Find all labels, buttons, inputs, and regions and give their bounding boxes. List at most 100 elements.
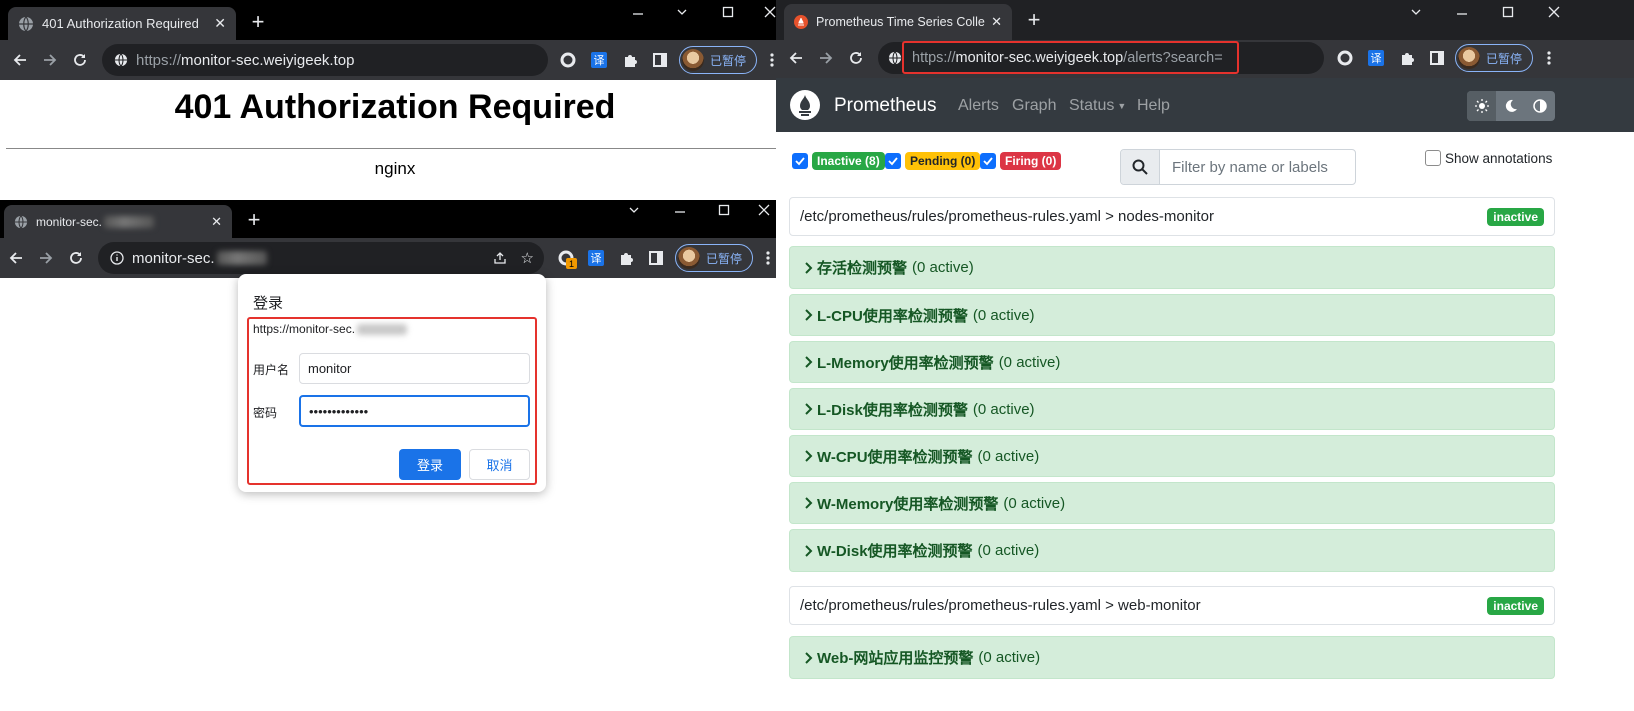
status-badge: inactive: [1487, 207, 1544, 226]
forward-arrow-icon[interactable]: [34, 246, 58, 270]
server-signature: nginx: [374, 159, 416, 178]
share-icon[interactable]: [493, 251, 507, 265]
reload-icon[interactable]: [68, 48, 92, 72]
prometheus-logo-icon[interactable]: [790, 90, 820, 120]
theme-auto-icon[interactable]: [1526, 91, 1555, 121]
rule-row[interactable]: Web-网站应用监控预警 (0 active): [789, 636, 1555, 679]
filter-inactive[interactable]: Inactive (8): [792, 152, 885, 170]
left-tab-active[interactable]: 401 Authorization Required ✕: [8, 7, 236, 40]
tab-title: Prometheus Time Series Colle: [816, 15, 985, 29]
extension-circle-icon[interactable]: [558, 50, 578, 70]
username-field[interactable]: monitor: [299, 353, 530, 384]
sidepanel-icon[interactable]: [646, 248, 666, 268]
sidepanel-icon[interactable]: [1427, 48, 1447, 68]
right-close-window-icon[interactable]: [1542, 2, 1566, 22]
profile-paused-button[interactable]: 已暂停: [675, 244, 753, 272]
left-address-bar[interactable]: https:// monitor-sec.weiyigeek.top: [102, 44, 548, 76]
site-info-icon[interactable]: [114, 53, 128, 67]
extension-circle-icon[interactable]: [1335, 48, 1355, 68]
new-tab-icon[interactable]: +: [242, 207, 266, 232]
password-field[interactable]: •••••••••••••: [299, 395, 530, 427]
new-tab-icon[interactable]: +: [246, 9, 270, 34]
inner-chevron-down-icon[interactable]: [622, 200, 646, 220]
profile-paused-button[interactable]: 已暂停: [679, 46, 757, 74]
inner-maximize-icon[interactable]: [712, 200, 736, 220]
checkbox-checked-icon[interactable]: [885, 153, 901, 169]
sidepanel-icon[interactable]: [650, 50, 670, 70]
inner-minimize-icon[interactable]: [668, 200, 692, 220]
menu-dots-icon[interactable]: [1541, 48, 1557, 68]
puzzle-icon[interactable]: [1397, 48, 1417, 68]
left-minimize-icon[interactable]: [626, 2, 650, 22]
brand[interactable]: Prometheus: [834, 95, 936, 117]
forward-arrow-icon[interactable]: [814, 46, 838, 70]
checkbox-checked-icon[interactable]: [980, 153, 996, 169]
group-path: /etc/prometheus/rules/prometheus-rules.y…: [800, 597, 1201, 614]
caret-down-icon: ▼: [1117, 100, 1127, 111]
translate-icon[interactable]: 译: [1366, 48, 1386, 68]
left-maximize-icon[interactable]: [716, 2, 740, 22]
extension-circle-icon[interactable]: 1: [556, 248, 577, 269]
rule-row[interactable]: W-CPU使用率检测预警 (0 active): [789, 435, 1555, 477]
login-button[interactable]: 登录: [399, 449, 461, 480]
rule-row[interactable]: W-Memory使用率检测预警 (0 active): [789, 482, 1555, 524]
puzzle-icon[interactable]: [620, 50, 640, 70]
nav-status[interactable]: Status ▼: [1069, 97, 1126, 115]
rule-row[interactable]: L-Memory使用率检测预警 (0 active): [789, 341, 1555, 383]
right-maximize-icon[interactable]: [1496, 2, 1520, 22]
url-text: monitor-sec.: [132, 249, 215, 267]
cancel-button[interactable]: 取消: [469, 449, 530, 480]
search-icon: [1121, 150, 1160, 184]
rule-row[interactable]: L-Disk使用率检测预警 (0 active): [789, 388, 1555, 430]
back-arrow-icon[interactable]: [784, 46, 808, 70]
rule-row[interactable]: L-CPU使用率检测预警 (0 active): [789, 294, 1555, 336]
rule-row[interactable]: W-Disk使用率检测预警 (0 active): [789, 529, 1555, 572]
filter-pending[interactable]: Pending (0): [885, 152, 981, 170]
profile-paused-button[interactable]: 已暂停: [1455, 44, 1533, 72]
chevron-right-icon: [804, 403, 814, 415]
reload-icon[interactable]: [64, 246, 88, 270]
inner-address-bar[interactable]: monitor-sec. ☆: [98, 242, 544, 274]
back-arrow-icon[interactable]: [8, 48, 32, 72]
show-annotations-toggle[interactable]: Show annotations: [1425, 150, 1552, 166]
new-tab-icon[interactable]: +: [1022, 7, 1046, 32]
checkbox-unchecked-icon[interactable]: [1425, 150, 1441, 166]
inner-close-window-icon[interactable]: [752, 200, 776, 220]
filter-firing[interactable]: Firing (0): [980, 152, 1062, 170]
search-input[interactable]: Filter by name or labels: [1160, 150, 1355, 184]
chevron-right-icon: [804, 544, 814, 557]
site-info-icon[interactable]: [888, 51, 902, 65]
puzzle-icon[interactable]: [616, 248, 636, 268]
back-arrow-icon[interactable]: [4, 246, 28, 270]
url-highlight-box: [902, 41, 1239, 74]
tab-close-icon[interactable]: ✕: [211, 214, 222, 230]
nav-help[interactable]: Help: [1137, 97, 1170, 115]
menu-dots-icon[interactable]: [760, 248, 776, 268]
search-group: Filter by name or labels: [1120, 149, 1356, 185]
theme-light-icon[interactable]: [1467, 91, 1497, 121]
group-header: /etc/prometheus/rules/prometheus-rules.y…: [789, 586, 1555, 625]
inner-tab-active[interactable]: monitor-sec. ✕: [4, 205, 232, 238]
nav-graph[interactable]: Graph: [1012, 97, 1056, 115]
group-path: /etc/prometheus/rules/prometheus-rules.y…: [800, 208, 1214, 225]
firing-badge: Firing (0): [1000, 152, 1062, 170]
status-badge: inactive: [1487, 596, 1544, 615]
reload-icon[interactable]: [844, 46, 868, 70]
chevron-right-icon: [804, 261, 814, 274]
translate-icon[interactable]: 译: [586, 248, 606, 268]
checkbox-checked-icon[interactable]: [792, 153, 808, 169]
nav-alerts[interactable]: Alerts: [958, 97, 999, 115]
right-chevron-down-icon[interactable]: [1404, 2, 1428, 22]
forward-arrow-icon[interactable]: [38, 48, 62, 72]
translate-icon[interactable]: 译: [589, 50, 609, 70]
group-header: /etc/prometheus/rules/prometheus-rules.y…: [789, 197, 1555, 236]
rule-row[interactable]: 存活检测预警 (0 active): [789, 246, 1555, 289]
tab-close-icon[interactable]: ✕: [214, 15, 226, 32]
tab-close-icon[interactable]: ✕: [991, 14, 1002, 30]
star-icon[interactable]: ☆: [521, 249, 534, 267]
right-tab-active[interactable]: Prometheus Time Series Colle ✕: [784, 4, 1012, 40]
theme-dark-icon[interactable]: [1496, 91, 1525, 121]
right-minimize-icon[interactable]: [1450, 2, 1474, 22]
info-icon[interactable]: [110, 251, 124, 265]
left-chevron-down-icon[interactable]: [670, 2, 694, 22]
